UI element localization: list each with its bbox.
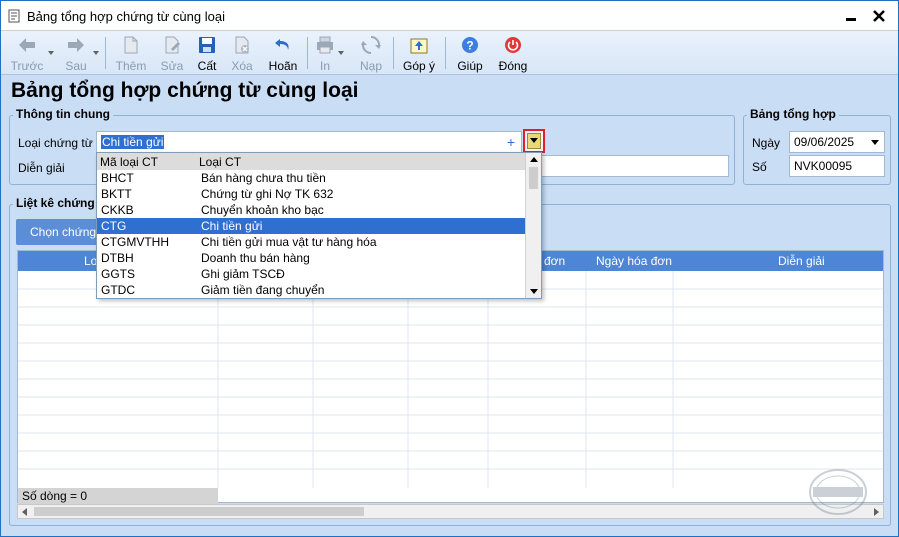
dropdown-item-code: GTDC	[101, 283, 135, 297]
toolbar: Trước Sau Thêm Sửa Cất Xóa Hoãn In Nạp G…	[1, 31, 898, 75]
edit-document-icon	[165, 36, 180, 54]
help-button[interactable]: ? Giúp	[453, 33, 487, 73]
dropdown-item-name: Chi tiền gửi	[201, 219, 263, 233]
dropdown-item-name: Doanh thu bán hàng	[201, 251, 310, 265]
dropdown-item-code: GGTS	[101, 267, 136, 281]
plus-icon[interactable]: +	[507, 134, 515, 150]
dropdown-item[interactable]: GGTS Ghi giảm TSCĐ	[97, 266, 526, 282]
dropdown-item[interactable]: CTGMVTHH Chi tiền gửi mua vật tư hàng hóa	[97, 234, 526, 250]
minimize-icon[interactable]	[842, 7, 860, 25]
calendar-dropdown-icon[interactable]	[871, 140, 879, 145]
document-list-title: Liệt kê chứng t	[13, 196, 106, 210]
title-bar: Bảng tổng hợp chứng từ cùng loại	[1, 1, 898, 31]
dropdown-header: Mã loại CT Loại CT	[97, 153, 526, 170]
delete-button[interactable]: Xóa	[227, 33, 257, 73]
column-header[interactable]: Ngày hóa đơn	[596, 254, 672, 268]
date-label: Ngày	[752, 136, 781, 150]
dropdown-item-name: Giảm tiền đang chuyển	[201, 283, 325, 297]
dropdown-item-name: Chứng từ ghi Nợ TK 632	[201, 187, 334, 201]
number-label: Số	[752, 160, 767, 174]
scroll-right-icon[interactable]	[874, 508, 879, 516]
dropdown-item[interactable]: CTG Chi tiền gửi	[97, 218, 526, 234]
page-title: Bảng tổng hợp chứng từ cùng loại	[11, 79, 359, 102]
scroll-up-icon[interactable]	[530, 157, 538, 162]
edit-button[interactable]: Sửa	[157, 33, 187, 73]
dropdown-scrollbar[interactable]	[525, 153, 541, 298]
help-icon: ?	[462, 37, 478, 53]
prev-dropdown-icon[interactable]	[47, 49, 55, 57]
dropdown-item-code: CKKB	[101, 203, 134, 217]
floppy-disk-icon	[199, 37, 215, 53]
dropdown-item-code: DTBH	[101, 251, 134, 265]
arrow-right-icon	[68, 38, 84, 52]
app-icon	[8, 9, 20, 23]
add-button[interactable]: Thêm	[113, 33, 149, 73]
dropdown-item-name: Ghi giảm TSCĐ	[201, 267, 285, 281]
doc-type-dropdown-button[interactable]	[523, 129, 545, 153]
scroll-left-icon[interactable]	[22, 508, 27, 516]
description-label: Diễn giải	[18, 161, 65, 175]
dropdown-item-name: Chuyển khoản kho bạc	[201, 203, 324, 217]
printer-icon	[317, 36, 333, 54]
load-button[interactable]: Nạp	[357, 33, 385, 73]
delete-document-icon	[235, 36, 249, 54]
dropdown-item[interactable]: BHCT Bán hàng chưa thu tiền	[97, 170, 526, 186]
toolbar-separator	[105, 37, 106, 69]
arrow-left-icon	[19, 38, 35, 52]
dropdown-item[interactable]: DTBH Doanh thu bán hàng	[97, 250, 526, 266]
doc-type-dropdown-list: Mã loại CT Loại CT BHCT Bán hàng chưa thu…	[96, 152, 542, 299]
dropdown-item[interactable]: CKKB Chuyển khoản kho bạc	[97, 202, 526, 218]
dropdown-item-code: BKTT	[101, 187, 132, 201]
row-count: Số dòng = 0	[18, 488, 218, 504]
undo-icon	[275, 39, 289, 50]
date-value: 09/06/2025	[794, 135, 855, 149]
print-button[interactable]: In	[313, 33, 337, 73]
dropdown-item-name: Bán hàng chưa thu tiền	[201, 171, 326, 185]
toolbar-separator	[393, 37, 394, 69]
scroll-thumb[interactable]	[34, 507, 364, 516]
dropdown-item-code: BHCT	[101, 171, 134, 185]
toolbar-separator	[307, 37, 308, 69]
feedback-icon	[410, 38, 428, 54]
chevron-down-icon	[530, 138, 538, 143]
new-document-icon	[124, 36, 138, 54]
doc-type-label: Loại chứng từ	[18, 136, 93, 150]
dropdown-item-code: CTG	[101, 219, 127, 233]
dropdown-col-code: Mã loại CT	[100, 155, 159, 169]
scroll-down-icon[interactable]	[530, 289, 538, 294]
dropdown-item-code: CTGMVTHH	[101, 235, 169, 249]
dropdown-item[interactable]: BKTT Chứng từ ghi Nợ TK 632	[97, 186, 526, 202]
summary-title: Bảng tổng hợp	[747, 107, 839, 121]
close-icon[interactable]	[870, 7, 888, 25]
dropdown-item-name: Chi tiền gửi mua vật tư hàng hóa	[201, 235, 377, 249]
doc-type-combo[interactable]: Chi tiền gửi +	[96, 131, 522, 153]
close-button[interactable]: Đóng	[495, 33, 531, 73]
power-icon	[505, 37, 521, 53]
next-dropdown-icon[interactable]	[92, 49, 100, 57]
next-button[interactable]: Sau	[61, 33, 91, 73]
window-title: Bảng tổng hợp chứng từ cùng loại	[27, 9, 225, 24]
feedback-button[interactable]: Góp ý	[401, 33, 437, 73]
choose-documents-button[interactable]: Chọn chứng t	[16, 219, 101, 245]
toolbar-separator	[445, 37, 446, 69]
number-input[interactable]: NVK00095	[789, 155, 885, 177]
column-header[interactable]: Diễn giải	[778, 254, 825, 268]
save-button[interactable]: Cất	[193, 33, 221, 73]
undo-button[interactable]: Hoãn	[265, 33, 301, 73]
general-info-title: Thông tin chung	[13, 107, 113, 121]
svg-text:?: ?	[466, 39, 473, 53]
column-header[interactable]: đơn	[544, 254, 565, 268]
dropdown-col-name: Loại CT	[199, 155, 242, 169]
prev-button[interactable]: Trước	[9, 33, 45, 73]
grid-lines	[18, 271, 883, 488]
doc-type-value: Chi tiền gửi	[101, 135, 165, 149]
print-dropdown-icon[interactable]	[337, 49, 345, 57]
watermark-stamp	[809, 469, 867, 515]
dropdown-item[interactable]: GTDC Giảm tiền đang chuyển	[97, 282, 526, 298]
refresh-icon	[361, 36, 381, 54]
date-picker[interactable]: 09/06/2025	[789, 131, 885, 153]
app-window: Bảng tổng hợp chứng từ cùng loại Trước S…	[0, 0, 899, 537]
horizontal-scrollbar[interactable]	[17, 504, 884, 519]
scroll-thumb[interactable]	[529, 167, 538, 189]
